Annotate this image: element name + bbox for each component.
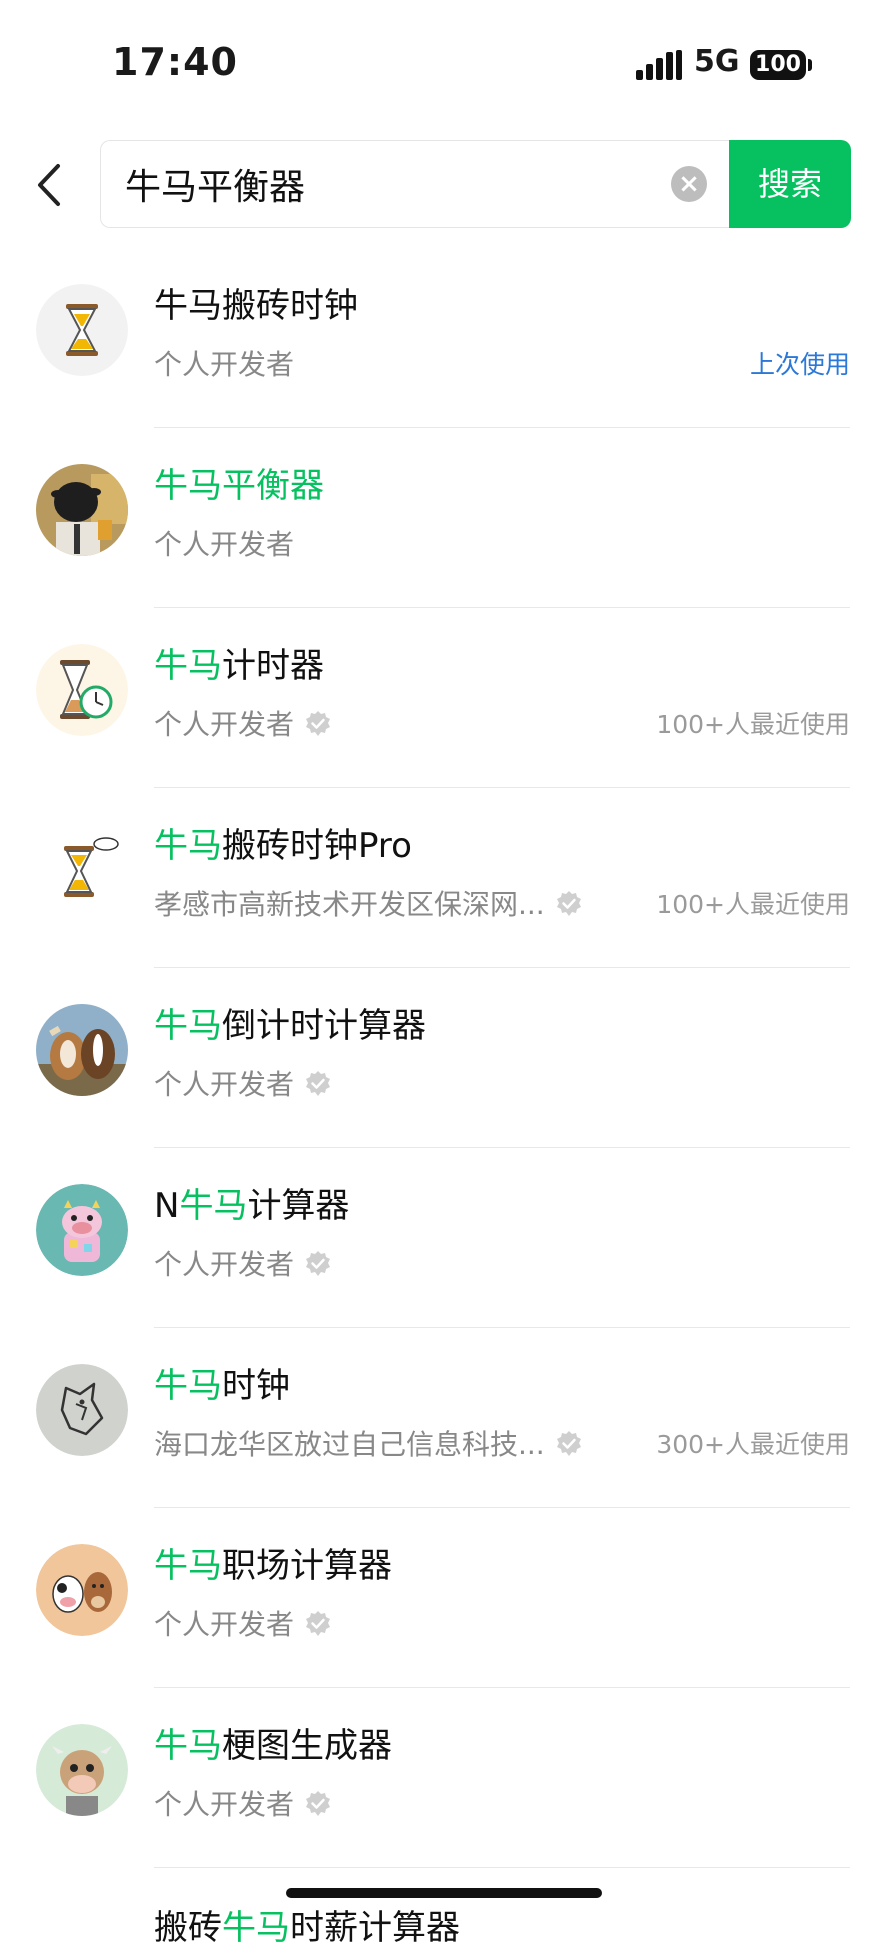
title-highlight: 牛马 bbox=[154, 646, 222, 686]
title-suffix: 计时器 bbox=[222, 646, 324, 686]
back-arrow-icon[interactable] bbox=[30, 160, 70, 210]
title-suffix: 时钟 bbox=[222, 1366, 290, 1406]
app-avatar bbox=[36, 824, 128, 916]
title-suffix: 时薪计算器 bbox=[290, 1908, 460, 1948]
app-developer: 个人开发者 bbox=[154, 1783, 332, 1823]
result-item[interactable]: 牛马计时器个人开发者 100+人最近使用 bbox=[0, 608, 886, 788]
result-item[interactable]: N牛马计算器个人开发者 bbox=[0, 1148, 886, 1328]
title-highlight: 牛马 bbox=[179, 1186, 248, 1226]
app-avatar bbox=[36, 1364, 128, 1456]
developer-name: 个人开发者 bbox=[154, 1248, 295, 1281]
battery-icon: 100 bbox=[750, 50, 806, 80]
app-title: 牛马搬砖时钟 bbox=[154, 278, 358, 327]
title-suffix: 梗图生成器 bbox=[222, 1726, 392, 1766]
usage-info: 上次使用 bbox=[749, 350, 850, 379]
app-title: 牛马计时器 bbox=[154, 638, 324, 687]
result-item[interactable]: 牛马职场计算器个人开发者 bbox=[0, 1508, 886, 1688]
result-item[interactable]: 牛马倒计时计算器个人开发者 bbox=[0, 968, 886, 1148]
verified-icon bbox=[306, 1251, 331, 1276]
verified-icon bbox=[556, 891, 581, 916]
title-prefix: 搬砖 bbox=[154, 1908, 222, 1948]
search-input[interactable] bbox=[125, 141, 645, 227]
verified-icon bbox=[556, 1431, 581, 1456]
title-suffix: 计算器 bbox=[247, 1186, 350, 1226]
app-developer: 个人开发者 bbox=[154, 703, 332, 743]
result-item[interactable]: 牛马平衡器个人开发者 bbox=[0, 428, 886, 608]
app-title: 牛马梗图生成器 bbox=[154, 1718, 392, 1767]
title-prefix: N bbox=[154, 1186, 180, 1226]
developer-name: 个人开发者 bbox=[154, 1068, 295, 1101]
developer-name: 个人开发者 bbox=[154, 348, 295, 381]
verified-icon bbox=[306, 1071, 331, 1096]
app-developer: 个人开发者 bbox=[154, 1243, 332, 1283]
list-item-partial[interactable]: 搬砖牛马时薪计算器 bbox=[154, 1900, 460, 1949]
result-item[interactable]: 牛马梗图生成器个人开发者 bbox=[0, 1688, 886, 1868]
title-highlight: 牛马 bbox=[222, 1908, 290, 1948]
status-bar: 17:40 5G 100 bbox=[0, 0, 886, 130]
app-avatar bbox=[36, 464, 128, 556]
verified-icon bbox=[306, 1791, 331, 1816]
title-highlight: 牛马平衡器 bbox=[154, 466, 324, 506]
results-list: 牛马搬砖时钟 个人开发者 上次使用 牛马平衡器 个人开发者 牛马计时器 个人开发者 100+人… bbox=[0, 248, 886, 1868]
usage-info: 300+人最近使用 bbox=[656, 1430, 850, 1459]
app-developer: 个人开发者 bbox=[154, 523, 294, 563]
app-avatar bbox=[36, 1724, 128, 1816]
result-item[interactable]: 牛马时钟海口龙华区放过自己信息科技... 300+人最近使用 bbox=[0, 1328, 886, 1508]
title-highlight: 牛马 bbox=[154, 1366, 222, 1406]
battery-tip bbox=[808, 59, 812, 71]
network-type: 5G bbox=[694, 44, 740, 79]
app-developer: 个人开发者 bbox=[154, 1063, 332, 1103]
title-highlight: 牛马 bbox=[154, 1546, 222, 1586]
signal-icon bbox=[636, 50, 682, 80]
app-avatar bbox=[36, 644, 128, 736]
developer-name: 孝感市高新技术开发区保深网... bbox=[154, 888, 545, 921]
developer-name: 个人开发者 bbox=[154, 528, 295, 561]
developer-name: 个人开发者 bbox=[154, 1608, 295, 1641]
status-time: 17:40 bbox=[112, 40, 238, 84]
title-highlight: 牛马 bbox=[154, 826, 222, 866]
divider bbox=[154, 1867, 850, 1868]
title-suffix: 职场计算器 bbox=[222, 1546, 392, 1586]
app-avatar bbox=[36, 284, 128, 376]
developer-name: 海口龙华区放过自己信息科技... bbox=[154, 1428, 545, 1461]
app-developer: 个人开发者 bbox=[154, 343, 294, 383]
app-title: 牛马平衡器 bbox=[154, 458, 324, 507]
clear-icon[interactable]: × bbox=[671, 166, 707, 202]
app-avatar bbox=[36, 1544, 128, 1636]
verified-icon bbox=[306, 711, 331, 736]
app-title: 牛马职场计算器 bbox=[154, 1538, 392, 1587]
app-title: N牛马计算器 bbox=[154, 1178, 349, 1227]
title-highlight: 牛马 bbox=[154, 1726, 222, 1766]
developer-name: 个人开发者 bbox=[154, 708, 295, 741]
home-indicator bbox=[286, 1888, 602, 1898]
app-title: 牛马倒计时计算器 bbox=[154, 998, 426, 1047]
app-developer: 个人开发者 bbox=[154, 1603, 332, 1643]
search-button[interactable]: 搜索 bbox=[729, 140, 851, 228]
title-highlight: 牛马 bbox=[154, 1006, 222, 1046]
usage-info: 100+人最近使用 bbox=[656, 710, 850, 739]
result-item[interactable]: 牛马搬砖时钟Pro 孝感市高新技术开发区保深网... 100+人最近使用 bbox=[0, 788, 886, 968]
search-box[interactable]: × bbox=[100, 140, 730, 228]
app-title: 牛马时钟 bbox=[154, 1358, 290, 1407]
app-avatar bbox=[36, 1184, 128, 1276]
usage-info: 100+人最近使用 bbox=[656, 890, 850, 919]
app-developer: 海口龙华区放过自己信息科技... bbox=[154, 1423, 583, 1463]
title-suffix: 牛马搬砖时钟 bbox=[154, 286, 358, 326]
verified-icon bbox=[306, 1611, 331, 1636]
result-item[interactable]: 牛马搬砖时钟个人开发者 上次使用 bbox=[0, 248, 886, 428]
developer-name: 个人开发者 bbox=[154, 1788, 295, 1821]
app-avatar bbox=[36, 1004, 128, 1096]
title-suffix: 搬砖时钟Pro bbox=[222, 826, 412, 866]
title-suffix: 倒计时计算器 bbox=[222, 1006, 426, 1046]
app-developer: 孝感市高新技术开发区保深网... bbox=[154, 883, 583, 923]
app-title: 牛马搬砖时钟Pro bbox=[154, 818, 412, 867]
